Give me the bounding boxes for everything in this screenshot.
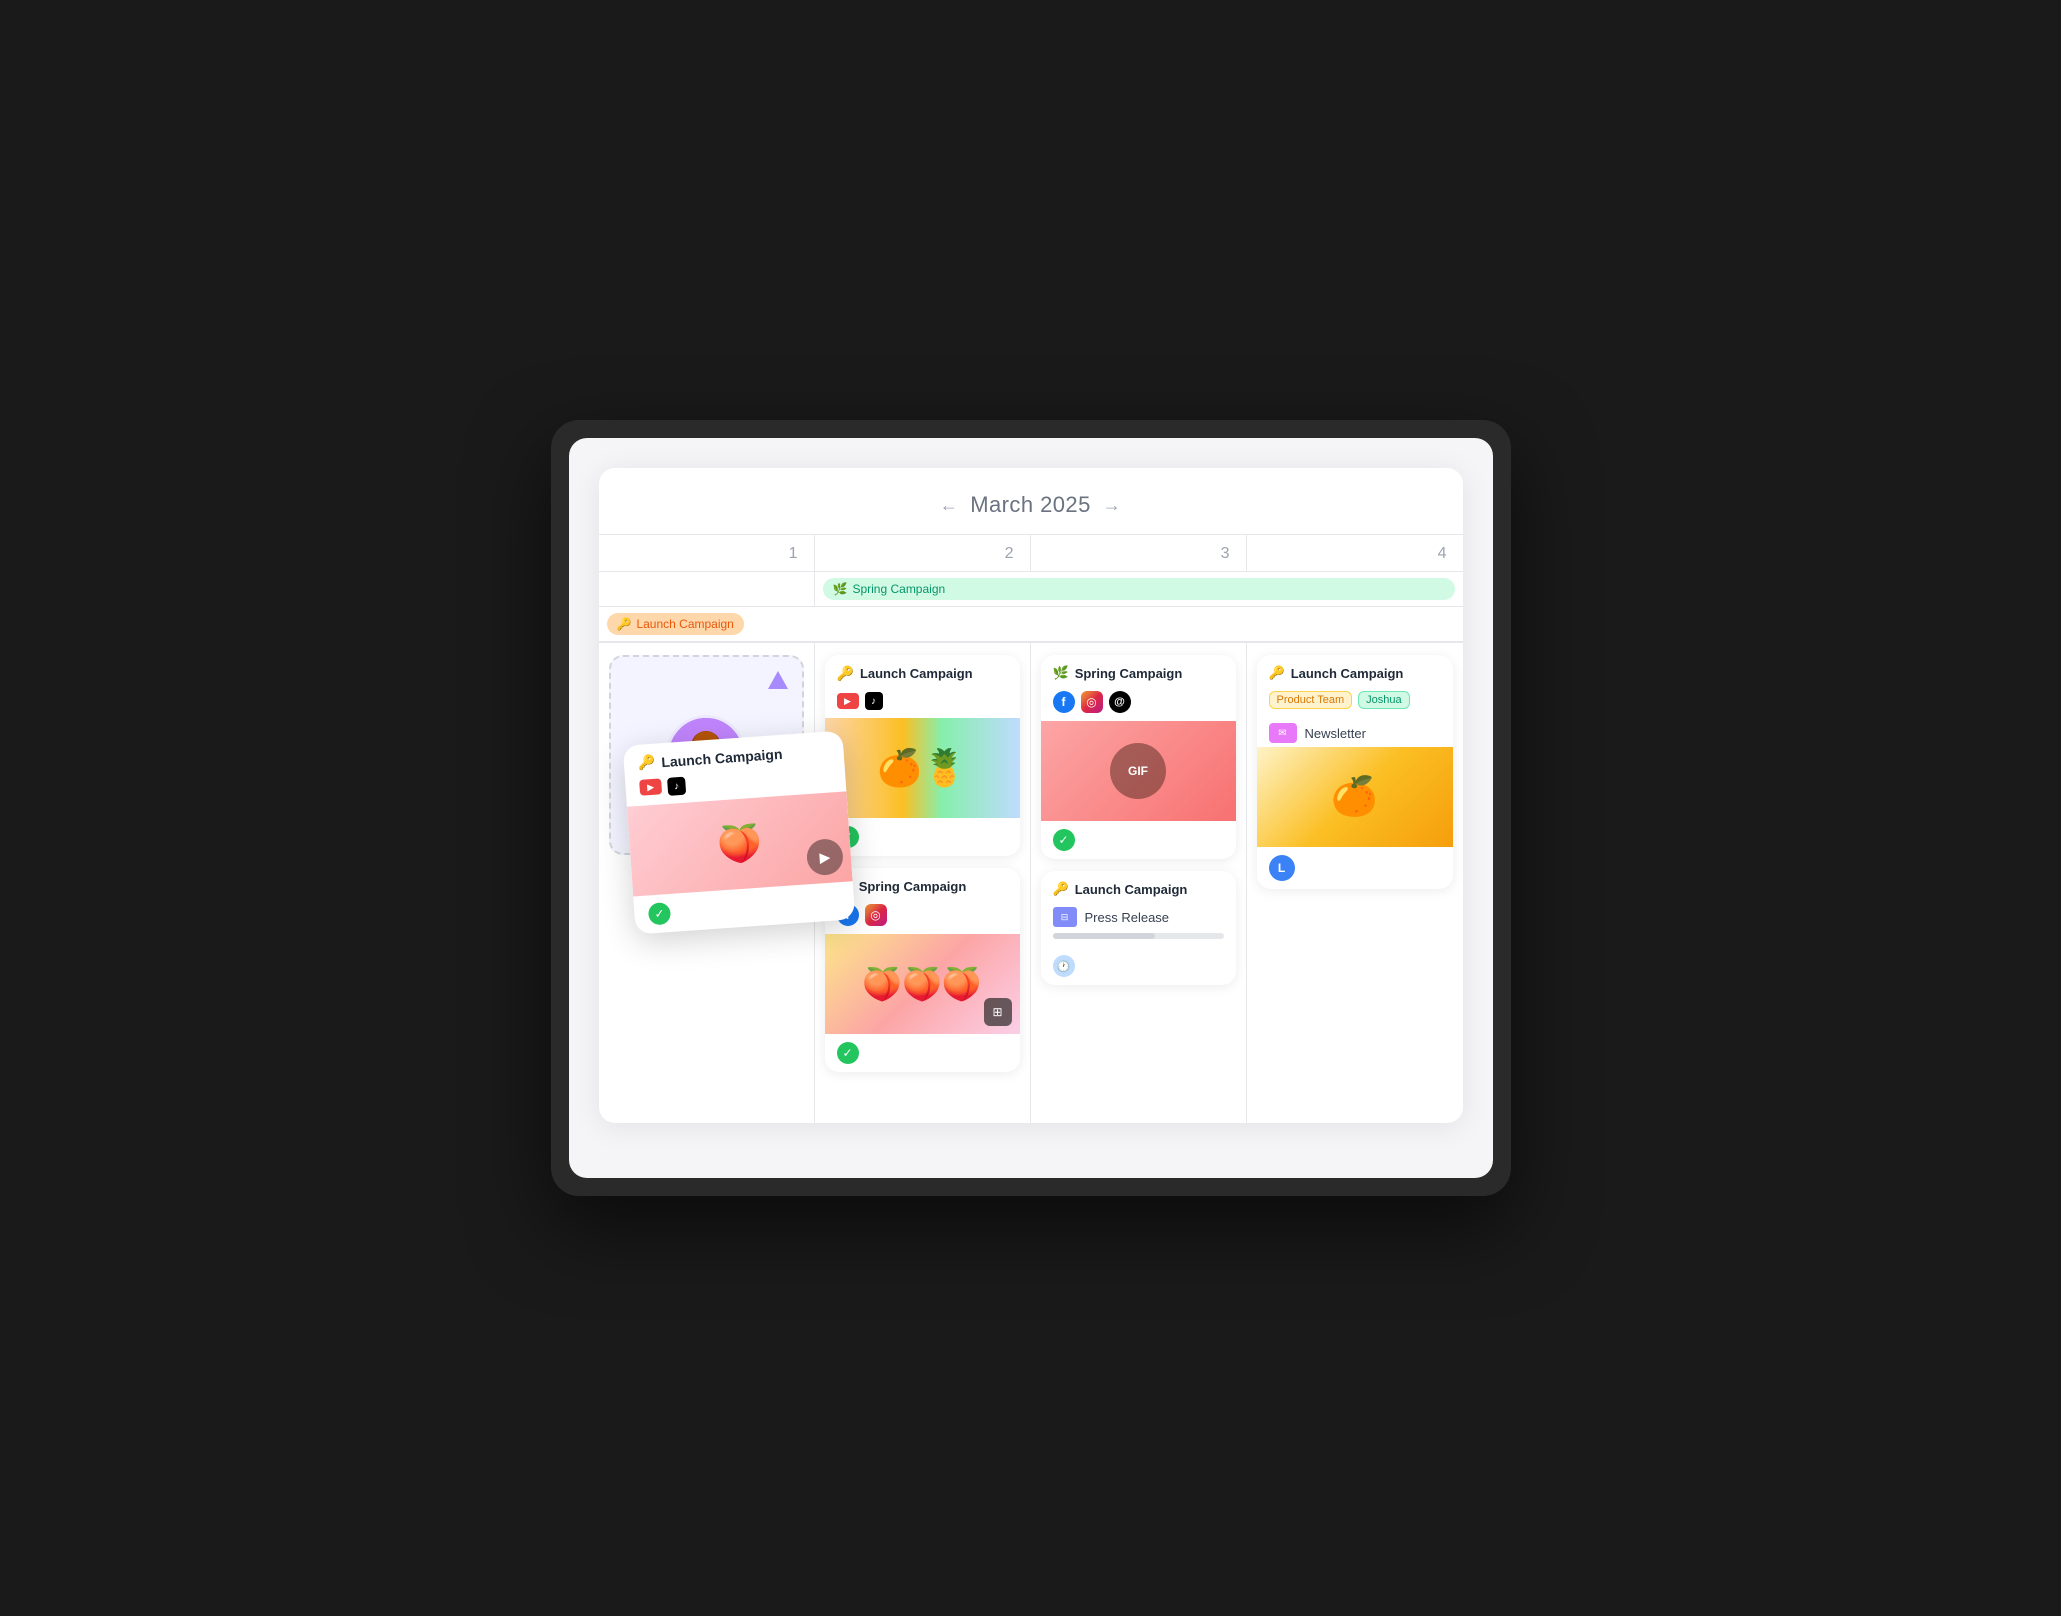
floating-card-image: 🍑 ▶ <box>626 791 852 896</box>
device-frame: ← March 2025 → 1 2 3 4 🌿 Spring Campaign <box>551 420 1511 1196</box>
card-footer-press: 🕐 <box>1041 947 1236 985</box>
launch-campaign-bar[interactable]: 🔑 Launch Campaign <box>607 613 744 635</box>
card-social-icons: ▶ ♪ <box>825 688 1020 718</box>
instagram-icon-2: ◎ <box>1081 691 1103 713</box>
card-campaign-label: Launch Campaign <box>860 666 973 681</box>
key-icon-floating: 🔑 <box>637 754 656 772</box>
youtube-icon: ▶ <box>837 693 859 709</box>
press-release-row: ⊟ Press Release <box>1041 903 1236 931</box>
card-image-orange-pineapple <box>825 718 1020 818</box>
launch-bar-cell: 🔑 Launch Campaign <box>607 613 1455 635</box>
video-badge: ▶ <box>805 838 843 876</box>
calendar-col-4: 🔑 Launch Campaign Product Team Joshua ✉ … <box>1247 643 1463 1123</box>
card-footer-newsletter: L <box>1257 847 1453 889</box>
triangle-badge <box>768 671 788 689</box>
card-image-figs: 🍑🍑🍑 ⊞ <box>825 934 1020 1034</box>
key-icon: 🔑 <box>837 665 854 682</box>
l-avatar: L <box>1269 855 1295 881</box>
card-footer-2: ✓ <box>825 1034 1020 1072</box>
card-launch-video[interactable]: 🔑 Launch Campaign ▶ ♪ ✓ <box>825 655 1020 856</box>
key-icon-newsletter: 🔑 <box>1269 665 1285 681</box>
day-3: 3 <box>1031 535 1247 571</box>
threads-icon: @ <box>1109 691 1131 713</box>
progress-bar-wrap <box>1041 931 1236 947</box>
instagram-icon: ◎ <box>865 904 887 926</box>
card-press-release[interactable]: 🔑 Launch Campaign ⊟ Press Release <box>1041 871 1236 985</box>
floating-card[interactable]: 🔑 Launch Campaign ▶ ♪ 🍑 ▶ ✓ <box>622 731 855 935</box>
card-header-newsletter: 🔑 Launch Campaign <box>1257 655 1453 687</box>
progress-bar-fill <box>1053 933 1156 939</box>
key-icon-press: 🔑 <box>1053 881 1069 897</box>
calendar-col-3: 🌿 Spring Campaign f ◎ @ GIF ✓ <box>1031 643 1247 1123</box>
floating-check-icon: ✓ <box>647 902 670 925</box>
screen: ← March 2025 → 1 2 3 4 🌿 Spring Campaign <box>569 438 1493 1178</box>
tag-joshua: Joshua <box>1358 691 1409 709</box>
tiktok-icon: ♪ <box>865 692 883 710</box>
prev-month-button[interactable]: ← <box>940 495 958 516</box>
floating-youtube-icon: ▶ <box>639 778 662 795</box>
day-numbers-row: 1 2 3 4 <box>599 535 1463 572</box>
email-icon: ✉ <box>1269 723 1297 743</box>
month-title: March 2025 <box>970 492 1091 518</box>
card-header-spring-2: 🌿 Spring Campaign <box>1041 655 1236 687</box>
clock-icon: 🕐 <box>1053 955 1075 977</box>
tag-product-team: Product Team <box>1269 691 1353 709</box>
next-month-button[interactable]: → <box>1103 495 1121 516</box>
bar-row-spacer <box>599 572 815 606</box>
day-1: 1 <box>599 535 815 571</box>
card-tags-row: Product Team Joshua <box>1257 687 1453 717</box>
card-spring-threads[interactable]: 🌿 Spring Campaign f ◎ @ GIF ✓ <box>1041 655 1236 859</box>
card-newsletter[interactable]: 🔑 Launch Campaign Product Team Joshua ✉ … <box>1257 655 1453 889</box>
month-header: ← March 2025 → <box>599 468 1463 535</box>
newsletter-label: Newsletter <box>1305 726 1366 741</box>
press-release-text: Press Release <box>1085 910 1170 925</box>
edit-badge: ⊞ <box>984 998 1012 1026</box>
newsletter-row: ✉ Newsletter <box>1257 717 1453 747</box>
day-2: 2 <box>815 535 1031 571</box>
key-icon-bar: 🔑 <box>617 617 632 631</box>
progress-bar-bg <box>1053 933 1224 939</box>
facebook-icon-2: f <box>1053 691 1075 713</box>
leaf-icon: 🌿 <box>833 582 848 596</box>
spring-bar-cell: 🌿 Spring Campaign <box>815 572 1463 606</box>
check-icon-2: ✓ <box>837 1042 859 1064</box>
spring-campaign-bar[interactable]: 🌿 Spring Campaign <box>823 578 1455 600</box>
floating-card-campaign: Launch Campaign <box>660 745 782 769</box>
card-header-spring: 🌿 Spring Campaign <box>825 868 1020 900</box>
leaf-icon-card-2: 🌿 <box>1053 665 1069 681</box>
card-social-icons-3: f ◎ @ <box>1041 687 1236 721</box>
card-press-label: Launch Campaign <box>1075 882 1188 897</box>
card-newsletter-campaign: Launch Campaign <box>1291 666 1404 681</box>
card-footer-3: ✓ <box>1041 821 1236 859</box>
day-4: 4 <box>1247 535 1463 571</box>
card-image-gif: GIF <box>1041 721 1236 821</box>
press-release-icon: ⊟ <box>1053 907 1077 927</box>
card-image-newsletter: 🍊 <box>1257 747 1453 847</box>
gif-badge: GIF <box>1110 743 1166 799</box>
launch-bar-label: Launch Campaign <box>636 617 733 631</box>
check-icon-3: ✓ <box>1053 829 1075 851</box>
card-spring-label: Spring Campaign <box>859 879 967 894</box>
floating-tiktok-icon: ♪ <box>667 777 686 796</box>
card-header: 🔑 Launch Campaign <box>825 655 1020 688</box>
launch-bar-row: 🔑 Launch Campaign <box>599 607 1463 642</box>
card-spring-threads-label: Spring Campaign <box>1075 666 1183 681</box>
card-header-press: 🔑 Launch Campaign <box>1041 871 1236 903</box>
spring-bar-label: Spring Campaign <box>852 582 945 596</box>
card-footer: ✓ <box>825 818 1020 856</box>
spring-bar-row: 🌿 Spring Campaign <box>599 572 1463 607</box>
